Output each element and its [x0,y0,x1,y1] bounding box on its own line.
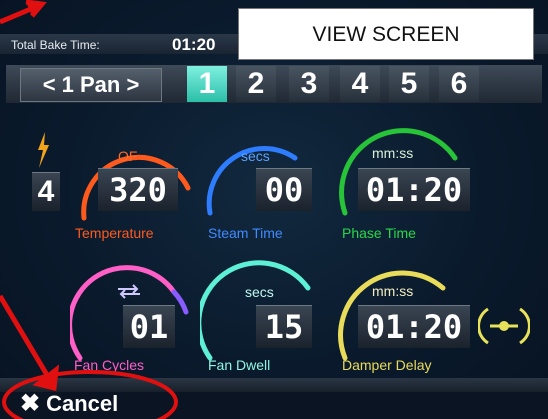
lightning-icon [38,132,49,168]
tab-pan-4[interactable]: 4 [340,66,380,102]
tab-pan-1[interactable]: 1 [187,66,227,102]
view-screen-callout: VIEW SCREEN [238,8,534,60]
phase-time-unit: mm:ss [372,145,414,161]
steam-time-unit: secs [241,148,270,164]
temperature-unit: OF [118,148,138,164]
fan-dwell-unit: secs [245,284,274,300]
fan-dwell-label: Fan Dwell [208,357,271,373]
phase-time-label: Phase Time [342,225,416,241]
damper-icon[interactable] [478,305,530,347]
heat-level-box[interactable]: 4 [32,172,60,211]
tab-pan-6[interactable]: 6 [439,66,479,102]
total-bake-time-label: Total Bake Time: [11,38,100,52]
temperature-label: Temperature [75,225,154,241]
cycle-icon [118,284,140,299]
damper-delay-value-box[interactable]: 01:20 [358,305,470,348]
cancel-button[interactable]: ✖ Cancel [20,388,180,419]
fan-cycles-label: Fan Cycles [74,357,145,373]
phase-time-value-box[interactable]: 01:20 [358,168,470,211]
tab-pan-2[interactable]: 2 [236,66,276,102]
view-screen-title: VIEW SCREEN [312,23,460,46]
steam-time-label: Steam Time [208,225,283,241]
pan-selector-button[interactable]: < 1 Pan > [20,68,162,102]
damper-delay-label: Damper Delay [342,357,432,373]
oven-screen: Total Bake Time: 01:20 < 1 Pan > 1 2 3 4… [0,0,548,419]
fan-cycles-value-box[interactable]: 01 [123,305,175,348]
tab-pan-5[interactable]: 5 [389,66,429,102]
tab-pan-3[interactable]: 3 [289,66,329,102]
total-bake-time-value: 01:20 [172,35,216,54]
damper-delay-unit: mm:ss [372,283,414,299]
close-icon: ✖ [20,390,41,417]
temperature-value-box[interactable]: 320 [98,168,178,211]
fan-dwell-value-box[interactable]: 15 [256,305,312,348]
steam-time-value-box[interactable]: 00 [256,168,312,211]
cancel-label: Cancel [46,391,119,416]
